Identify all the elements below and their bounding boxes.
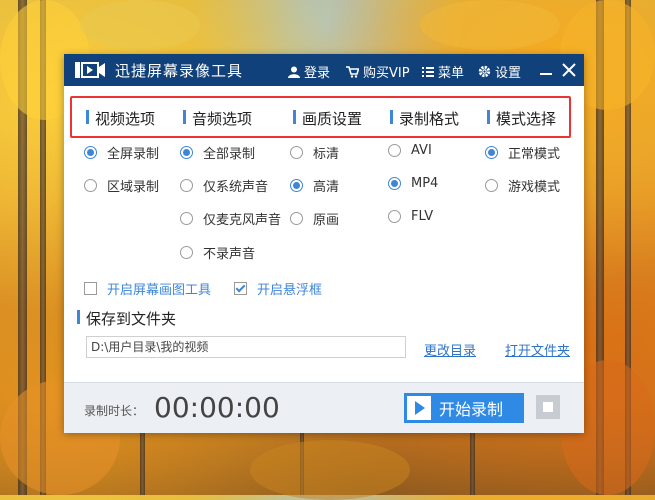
radio-label: 标清	[313, 147, 340, 162]
buy-vip-label: 购买VIP	[363, 66, 410, 81]
menu-icon	[422, 66, 434, 77]
radio-no-audio[interactable]: 不录声音	[180, 243, 255, 262]
open-folder-link[interactable]: 打开文件夹	[505, 340, 570, 359]
radio-mic-only[interactable]: 仅麦克风声音	[180, 209, 281, 228]
menu-button[interactable]: 菜单	[422, 62, 464, 81]
radio-quality-original[interactable]: 原画	[290, 209, 339, 228]
radio-indicator	[388, 177, 401, 190]
radio-game-mode[interactable]: 游戏模式	[485, 176, 560, 195]
radio-label: 全部录制	[203, 147, 256, 162]
radio-label: AVI	[411, 143, 432, 158]
radio-fullscreen[interactable]: 全屏录制	[84, 143, 159, 162]
login-label: 登录	[304, 66, 331, 81]
checkbox-float-window[interactable]: 开启悬浮框	[234, 279, 322, 298]
radio-indicator	[84, 179, 97, 192]
settings-button[interactable]: 设置	[478, 62, 521, 81]
radio-indicator	[180, 246, 193, 259]
radio-label: 区域录制	[107, 180, 160, 195]
bottom-bar: 录制时长： 00:00:00 开始录制	[64, 382, 584, 433]
settings-label: 设置	[495, 66, 522, 81]
radio-format-mp4[interactable]: MP4	[388, 176, 438, 191]
radio-label: 仅麦克风声音	[203, 213, 282, 228]
radio-label: FLV	[411, 209, 434, 224]
app-window: 迅捷屏幕录像工具 登录 购买VIP 菜单 设置 视频选项 音频选项 画质设置 录…	[64, 54, 584, 433]
change-directory-link[interactable]: 更改目录	[424, 340, 476, 359]
login-button[interactable]: 登录	[288, 62, 330, 81]
buy-vip-button[interactable]: 购买VIP	[346, 62, 410, 81]
checkbox-screen-draw[interactable]: 开启屏幕画图工具	[84, 279, 211, 298]
radio-indicator	[388, 210, 401, 223]
checkbox-indicator	[84, 282, 97, 295]
radio-label: 高清	[313, 180, 340, 195]
radio-label: 全屏录制	[107, 147, 160, 162]
play-icon	[407, 396, 431, 420]
radio-indicator	[485, 179, 498, 192]
save-folder-title: 保存到文件夹	[76, 310, 177, 328]
radio-indicator	[290, 212, 303, 225]
radio-indicator	[180, 212, 193, 225]
stop-icon[interactable]	[536, 395, 560, 419]
save-path-field[interactable]: D:\用户目录\我的视频	[86, 336, 406, 358]
radio-indicator	[180, 146, 193, 159]
checkbox-indicator	[234, 282, 247, 295]
tab-video-options[interactable]: 视频选项	[85, 108, 155, 129]
app-title: 迅捷屏幕录像工具	[115, 62, 244, 80]
title-bar[interactable]: 迅捷屏幕录像工具 登录 购买VIP 菜单 设置	[64, 54, 584, 86]
radio-record-all-audio[interactable]: 全部录制	[180, 143, 255, 162]
radio-region[interactable]: 区域录制	[84, 176, 159, 195]
radio-quality-hd[interactable]: 高清	[290, 176, 339, 195]
checkbox-label: 开启悬浮框	[257, 283, 323, 298]
tab-quality-settings[interactable]: 画质设置	[292, 108, 362, 129]
tab-mode-select[interactable]: 模式选择	[486, 108, 556, 129]
radio-label: MP4	[411, 176, 439, 191]
close-icon[interactable]	[561, 60, 577, 80]
radio-label: 正常模式	[508, 147, 561, 162]
duration-label: 录制时长：	[84, 404, 145, 418]
minimize-icon[interactable]	[538, 60, 554, 80]
radio-normal-mode[interactable]: 正常模式	[485, 143, 560, 162]
tab-audio-options[interactable]: 音频选项	[182, 108, 252, 129]
radio-label: 游戏模式	[508, 180, 561, 195]
radio-indicator	[84, 146, 97, 159]
app-logo-icon	[75, 62, 105, 78]
radio-system-audio-only[interactable]: 仅系统声音	[180, 176, 268, 195]
checkbox-label: 开启屏幕画图工具	[107, 283, 212, 298]
radio-label: 原画	[313, 213, 340, 228]
menu-label: 菜单	[438, 66, 465, 81]
start-recording-label: 开始录制	[439, 400, 504, 419]
radio-indicator	[388, 144, 401, 157]
radio-label: 不录声音	[203, 247, 256, 262]
option-tabs: 视频选项 音频选项 画质设置 录制格式 模式选择	[70, 96, 571, 138]
radio-indicator	[485, 146, 498, 159]
radio-indicator	[290, 179, 303, 192]
cart-icon	[346, 65, 359, 78]
user-icon	[288, 66, 300, 78]
radio-indicator	[180, 179, 193, 192]
radio-quality-sd[interactable]: 标清	[290, 143, 339, 162]
radio-indicator	[290, 146, 303, 159]
tab-record-format[interactable]: 录制格式	[389, 108, 459, 129]
radio-label: 仅系统声音	[203, 180, 269, 195]
gear-icon	[478, 65, 491, 78]
radio-format-avi[interactable]: AVI	[388, 143, 432, 158]
radio-format-flv[interactable]: FLV	[388, 209, 433, 224]
duration-value: 00:00:00	[154, 391, 280, 424]
start-recording-button[interactable]: 开始录制	[404, 393, 524, 423]
